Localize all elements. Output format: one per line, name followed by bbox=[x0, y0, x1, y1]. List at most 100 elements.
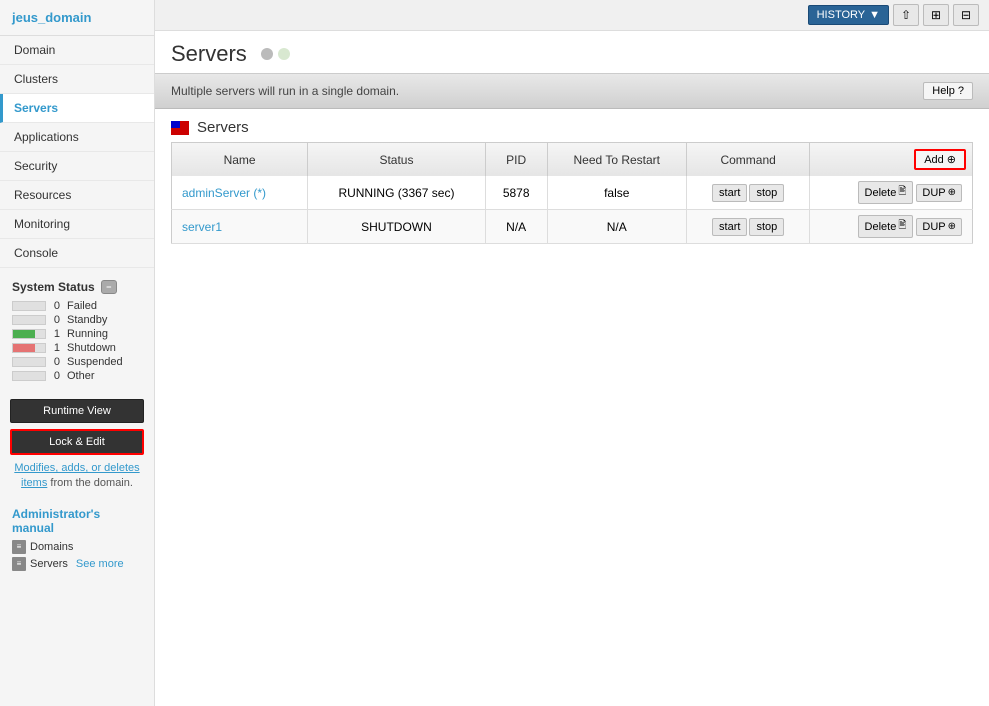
status-bar-running bbox=[12, 329, 46, 339]
status-count-other: 0 bbox=[50, 370, 60, 382]
section-flag-icon bbox=[171, 121, 189, 135]
admin-link-domains[interactable]: ≡ Domains bbox=[12, 540, 144, 554]
page-header-dots bbox=[261, 48, 290, 60]
domain-name[interactable]: jeus_domain bbox=[0, 0, 154, 36]
col-pid: PID bbox=[485, 143, 547, 177]
col-command: Command bbox=[686, 143, 809, 177]
history-label: HISTORY bbox=[817, 9, 866, 21]
server-name-cell: adminServer (*) bbox=[172, 176, 308, 210]
col-name: Name bbox=[172, 143, 308, 177]
doc-icon-domains: ≡ bbox=[12, 540, 26, 554]
sidebar-item-console[interactable]: Console bbox=[0, 239, 154, 268]
status-bar-other bbox=[12, 371, 46, 381]
admin-link-servers-label: Servers bbox=[30, 558, 68, 570]
table-header-row: Name Status PID Need To Restart Command … bbox=[172, 143, 973, 177]
help-question-icon: ? bbox=[958, 85, 964, 97]
lock-edit-button[interactable]: Lock & Edit bbox=[10, 429, 144, 455]
dot-light bbox=[278, 48, 290, 60]
page-header: Servers bbox=[155, 31, 989, 73]
server-command-cell: startstop bbox=[686, 176, 809, 210]
dup-button[interactable]: DUP ⊕ bbox=[916, 218, 962, 236]
admin-section: Administrator's manual ≡ Domains ≡ Serve… bbox=[0, 497, 154, 579]
toolbar-icon-2[interactable]: ⊞ bbox=[923, 4, 949, 26]
status-label-standby: Standby bbox=[67, 314, 107, 326]
help-label: Help bbox=[932, 85, 955, 97]
system-status-label: System Status bbox=[12, 280, 95, 294]
status-label-shutdown: Shutdown bbox=[67, 342, 116, 354]
status-bar-shutdown bbox=[12, 343, 46, 353]
server-status-cell: RUNNING (3367 sec) bbox=[308, 176, 486, 210]
dup-button[interactable]: DUP ⊕ bbox=[916, 184, 962, 202]
add-label: Add bbox=[924, 154, 944, 166]
sidebar: jeus_domain DomainClustersServersApplica… bbox=[0, 0, 155, 706]
doc-icon-servers: ≡ bbox=[12, 557, 26, 571]
stop-button[interactable]: stop bbox=[749, 184, 784, 202]
server-name-link[interactable]: adminServer (*) bbox=[182, 186, 266, 200]
sidebar-item-servers[interactable]: Servers bbox=[0, 94, 154, 123]
section-title: Servers bbox=[197, 119, 249, 136]
servers-table-wrap: Name Status PID Need To Restart Command … bbox=[155, 142, 989, 244]
admin-link-servers[interactable]: ≡ Servers See more bbox=[12, 557, 144, 571]
info-text: Multiple servers will run in a single do… bbox=[171, 84, 399, 98]
system-status-section: System Status − 0Failed0Standby1Running1… bbox=[0, 272, 154, 389]
start-button[interactable]: start bbox=[712, 218, 747, 236]
server-need-restart-cell: false bbox=[547, 176, 686, 210]
runtime-view-button[interactable]: Runtime View bbox=[10, 399, 144, 423]
sidebar-item-monitoring[interactable]: Monitoring bbox=[0, 210, 154, 239]
server-status-cell: SHUTDOWN bbox=[308, 210, 486, 244]
status-count-running: 1 bbox=[50, 328, 60, 340]
add-server-button[interactable]: Add ⊕ bbox=[914, 149, 966, 170]
toolbar-icon-1[interactable]: ⇧ bbox=[893, 4, 919, 26]
stop-button[interactable]: stop bbox=[749, 218, 784, 236]
status-label-other: Other bbox=[67, 370, 95, 382]
status-row-standby: 0 Standby bbox=[12, 314, 144, 326]
status-count-shutdown: 1 bbox=[50, 342, 60, 354]
history-button[interactable]: HISTORY ▼ bbox=[808, 5, 889, 25]
server-name-cell: server1 bbox=[172, 210, 308, 244]
system-status-toggle[interactable]: − bbox=[101, 280, 117, 294]
main-content: HISTORY ▼ ⇧ ⊞ ⊟ Servers Multiple servers… bbox=[155, 0, 989, 706]
status-rows: 0Failed0Standby1Running1Shutdown0Suspend… bbox=[12, 300, 144, 382]
server-actions-cell: Delete 🖹DUP ⊕ bbox=[810, 210, 973, 244]
server-pid-cell: 5878 bbox=[485, 176, 547, 210]
status-row-running: 1Running bbox=[12, 328, 144, 340]
del-dup-wrap: Delete 🖹DUP ⊕ bbox=[820, 215, 962, 238]
nav-menu: DomainClustersServersApplicationsSecurit… bbox=[0, 36, 154, 268]
status-row-suspended: 0Suspended bbox=[12, 356, 144, 368]
from-domain-text: from the domain. bbox=[50, 477, 133, 489]
modifies-text: Modifies, adds, or deletes items from th… bbox=[0, 461, 154, 497]
status-row-failed: 0Failed bbox=[12, 300, 144, 312]
col-status: Status bbox=[308, 143, 486, 177]
col-need-restart: Need To Restart bbox=[547, 143, 686, 177]
sidebar-item-security[interactable]: Security bbox=[0, 152, 154, 181]
system-status-title: System Status − bbox=[12, 280, 144, 294]
server-pid-cell: N/A bbox=[485, 210, 547, 244]
server-need-restart-cell: N/A bbox=[547, 210, 686, 244]
sidebar-item-clusters[interactable]: Clusters bbox=[0, 65, 154, 94]
table-row: adminServer (*) RUNNING (3367 sec)5878fal… bbox=[172, 176, 973, 210]
start-button[interactable]: start bbox=[712, 184, 747, 202]
status-count-suspended: 0 bbox=[50, 356, 60, 368]
status-row-shutdown: 1 Shutdown bbox=[12, 342, 144, 354]
servers-table: Name Status PID Need To Restart Command … bbox=[171, 142, 973, 244]
delete-button[interactable]: Delete 🖹 bbox=[858, 181, 914, 204]
delete-button[interactable]: Delete 🖹 bbox=[858, 215, 914, 238]
section-header: Servers bbox=[155, 109, 989, 142]
dot-gray bbox=[261, 48, 273, 60]
status-bar-suspended bbox=[12, 357, 46, 367]
history-arrow-icon: ▼ bbox=[869, 9, 880, 21]
status-count-failed: 0 bbox=[50, 300, 60, 312]
sidebar-item-resources[interactable]: Resources bbox=[0, 181, 154, 210]
sidebar-item-domain[interactable]: Domain bbox=[0, 36, 154, 65]
page-title: Servers bbox=[171, 41, 247, 67]
see-more-link[interactable]: See more bbox=[76, 558, 124, 570]
col-add: Add ⊕ bbox=[810, 143, 973, 177]
toolbar-icon-3[interactable]: ⊟ bbox=[953, 4, 979, 26]
status-count-standby: 0 bbox=[50, 314, 60, 326]
info-bar: Multiple servers will run in a single do… bbox=[155, 73, 989, 109]
admin-title: Administrator's manual bbox=[12, 507, 144, 535]
add-plus-icon: ⊕ bbox=[947, 153, 956, 166]
sidebar-item-applications[interactable]: Applications bbox=[0, 123, 154, 152]
help-button[interactable]: Help ? bbox=[923, 82, 973, 100]
server-name-link[interactable]: server1 bbox=[182, 220, 222, 234]
